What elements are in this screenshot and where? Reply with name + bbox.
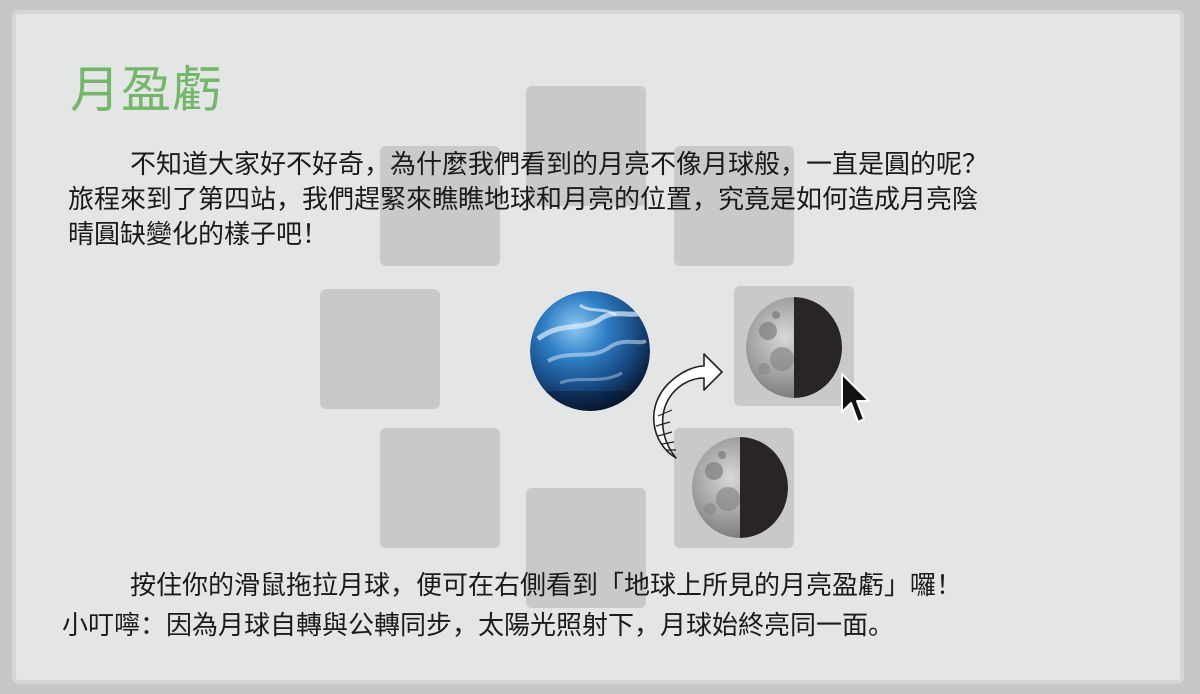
moon-phase-icon: [746, 297, 842, 398]
intro-line-1: 不知道大家好不好奇，為什麼我們看到的月亮不像月球般，一直是圓的呢？: [130, 150, 989, 180]
intro-line-2: 旅程來到了第四站，我們趕緊來瞧瞧地球和月亮的位置，究竟是如何造成月亮陰: [68, 185, 979, 215]
orbit-slot-left[interactable]: [320, 289, 440, 409]
page-title: 月盈虧: [70, 61, 223, 119]
orbit-slot-bottom-left[interactable]: [380, 428, 500, 548]
moon-draggable-icon[interactable]: [692, 437, 788, 538]
instructions-text: 按住你的滑鼠拖拉月球，便可在右側看到「地球上所見的月亮盈虧」囉！ 小叮嚀：因為月…: [62, 566, 1182, 646]
earth-globe-icon: [530, 291, 650, 411]
mouse-pointer-icon: [840, 372, 872, 428]
intro-line-3: 晴圓缺變化的樣子吧！: [68, 220, 329, 250]
instruction-line: 按住你的滑鼠拖拉月球，便可在右側看到「地球上所見的月亮盈虧」囉！: [130, 571, 963, 601]
intro-text: 不知道大家好不好奇，為什麼我們看到的月亮不像月球般，一直是圓的呢？ 旅程來到了第…: [68, 148, 1168, 253]
tip-line: 小叮嚀：因為月球自轉與公轉同步，太陽光照射下，月球始終亮同一面。: [62, 611, 895, 641]
